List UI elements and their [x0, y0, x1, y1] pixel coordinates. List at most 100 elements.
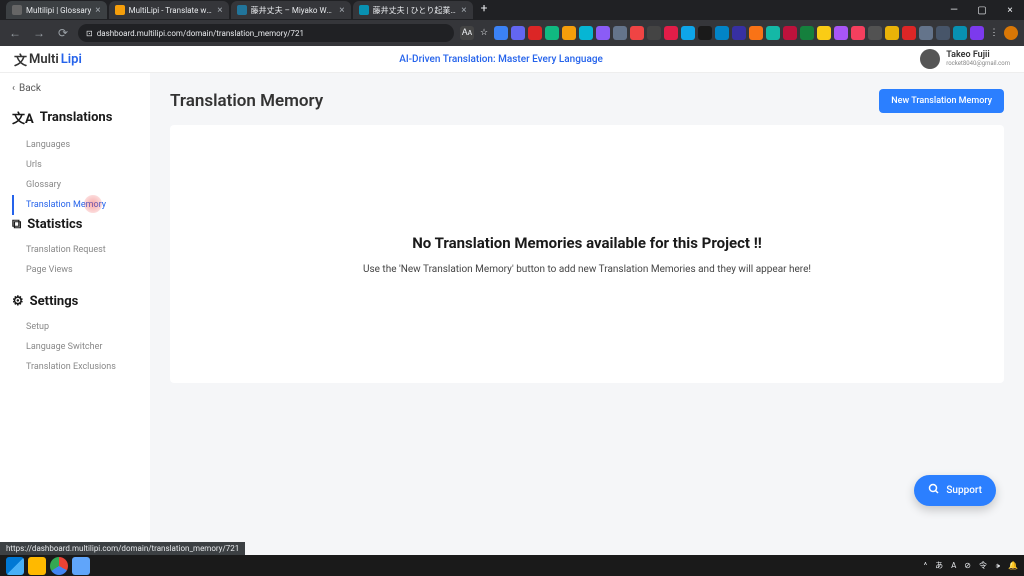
nav-section-label: Settings	[30, 294, 79, 309]
tray-lang-icon[interactable]: A	[951, 561, 956, 570]
sidebar-item-translation-memory[interactable]: Translation Memory	[12, 195, 138, 215]
browser-tab-2[interactable]: 藤井丈夫 – Miyako Web Agen… ×	[231, 1, 351, 19]
empty-state-title: No Translation Memories available for th…	[412, 234, 762, 252]
ext-icon-12[interactable]	[681, 26, 695, 40]
tab-close-icon[interactable]: ×	[217, 5, 222, 16]
tab-close-icon[interactable]: ×	[339, 5, 344, 16]
header-tagline: AI-Driven Translation: Master Every Lang…	[82, 54, 920, 65]
ext-icon-23[interactable]	[868, 26, 882, 40]
start-button[interactable]	[6, 557, 24, 575]
new-translation-memory-button[interactable]: New Translation Memory	[879, 89, 1004, 113]
taskbar-tray: ^ あ A ⊘ 令 🕩 🔔	[924, 560, 1018, 571]
new-tab-button[interactable]: +	[475, 1, 494, 19]
back-label: Back	[19, 83, 41, 94]
nav-section-settings: ⚙ Settings	[12, 294, 138, 309]
chrome-icon[interactable]	[50, 557, 68, 575]
ext-icon-7[interactable]	[596, 26, 610, 40]
translate-icon: 文A	[12, 108, 34, 127]
sidebar-item-language-switcher[interactable]: Language Switcher	[12, 337, 138, 357]
sidebar-item-translation-request[interactable]: Translation Request	[12, 240, 138, 260]
sidebar-item-setup[interactable]: Setup	[12, 317, 138, 337]
ext-icon-11[interactable]	[664, 26, 678, 40]
browser-tab-1[interactable]: MultiLipi - Translate websites to ×	[109, 1, 229, 19]
main-content: Translation Memory New Translation Memor…	[150, 73, 1024, 555]
sidebar-item-translation-exclusions[interactable]: Translation Exclusions	[12, 357, 138, 377]
ext-icon-9[interactable]	[630, 26, 644, 40]
tab-close-icon[interactable]: ×	[95, 5, 100, 16]
address-bar[interactable]: ⊡ dashboard.multilipi.com/domain/transla…	[78, 24, 454, 42]
ext-icon-28[interactable]	[953, 26, 967, 40]
chevron-left-icon: ‹	[12, 83, 15, 94]
support-button[interactable]: Support	[914, 475, 996, 506]
ext-icon-26[interactable]	[919, 26, 933, 40]
chart-icon: ⧉	[12, 217, 21, 232]
tray-wifi-icon[interactable]: 令	[979, 560, 987, 571]
close-window-button[interactable]: ×	[996, 0, 1024, 20]
user-email: rocket8040@gmail.com	[946, 61, 1010, 68]
ext-icon-3[interactable]	[528, 26, 542, 40]
tab-close-icon[interactable]: ×	[461, 5, 466, 16]
sidebar-item-page-views[interactable]: Page Views	[12, 260, 138, 280]
address-url: dashboard.multilipi.com/domain/translati…	[97, 29, 304, 38]
ext-icon-10[interactable]	[647, 26, 661, 40]
tray-chevron-icon[interactable]: ^	[924, 561, 927, 570]
ext-icon-20[interactable]	[817, 26, 831, 40]
ext-icon-16[interactable]	[749, 26, 763, 40]
ext-icon-22[interactable]	[851, 26, 865, 40]
status-url: https://dashboard.multilipi.com/domain/t…	[0, 542, 245, 555]
nav-section-translations: 文A Translations	[12, 108, 138, 127]
back-link[interactable]: ‹ Back	[12, 83, 138, 94]
ext-icon-29[interactable]	[970, 26, 984, 40]
ext-icon-4[interactable]	[545, 26, 559, 40]
ext-icon-15[interactable]	[732, 26, 746, 40]
ext-icon-18[interactable]	[783, 26, 797, 40]
reload-button[interactable]: ⟳	[54, 26, 72, 40]
notepad-icon[interactable]	[72, 557, 90, 575]
browser-tab-0[interactable]: Multilipi | Glossary ×	[6, 1, 107, 19]
ext-icon-25[interactable]	[902, 26, 916, 40]
minimize-button[interactable]: —	[940, 0, 968, 20]
ext-icon-menu[interactable]: ⋮	[987, 26, 1001, 40]
ext-icon-2[interactable]	[511, 26, 525, 40]
ext-icon-translate[interactable]: 🗛	[460, 26, 474, 40]
sidebar-item-languages[interactable]: Languages	[12, 135, 138, 155]
ext-icon-24[interactable]	[885, 26, 899, 40]
app-window: 文 MultiLipi AI-Driven Translation: Maste…	[0, 46, 1024, 555]
ext-icon-17[interactable]	[766, 26, 780, 40]
tray-ime-icon[interactable]: あ	[935, 560, 943, 571]
browser-tab-3[interactable]: 藤井丈夫 | ひとり起業家専門のW… ×	[353, 1, 473, 19]
logo[interactable]: 文 MultiLipi	[14, 50, 82, 69]
ext-icon-6[interactable]	[579, 26, 593, 40]
sidebar-item-glossary[interactable]: Glossary	[12, 175, 138, 195]
site-info-icon[interactable]: ⊡	[86, 29, 93, 38]
ext-icon-5[interactable]	[562, 26, 576, 40]
ext-icon-1[interactable]	[494, 26, 508, 40]
file-explorer-icon[interactable]	[28, 557, 46, 575]
profile-icon[interactable]	[1004, 26, 1018, 40]
sidebar-item-urls[interactable]: Urls	[12, 155, 138, 175]
forward-button[interactable]: →	[30, 26, 48, 40]
ext-icon-14[interactable]	[715, 26, 729, 40]
ext-icon-27[interactable]	[936, 26, 950, 40]
search-icon	[928, 483, 940, 498]
tab-title: 藤井丈夫 | ひとり起業家専門のW…	[373, 5, 458, 16]
browser-titlebar: Multilipi | Glossary × MultiLipi - Trans…	[0, 0, 1024, 20]
ext-icon-13[interactable]	[698, 26, 712, 40]
back-button[interactable]: ←	[6, 26, 24, 40]
support-label: Support	[946, 485, 982, 496]
taskbar: ^ あ A ⊘ 令 🕩 🔔	[0, 555, 1024, 576]
avatar	[920, 49, 940, 69]
user-text: Takeo Fujii rocket8040@gmail.com	[946, 51, 1010, 67]
gear-icon: ⚙	[12, 294, 24, 309]
logo-icon: 文	[14, 50, 27, 69]
page-header: Translation Memory New Translation Memor…	[170, 89, 1004, 113]
tray-volume-icon[interactable]: 🕩	[995, 561, 1000, 571]
ext-icon-19[interactable]	[800, 26, 814, 40]
maximize-button[interactable]: ▢	[968, 0, 996, 20]
user-menu[interactable]: Takeo Fujii rocket8040@gmail.com	[920, 49, 1010, 69]
ext-icon-star[interactable]: ☆	[477, 26, 491, 40]
ext-icon-8[interactable]	[613, 26, 627, 40]
tray-notifications-icon[interactable]: 🔔	[1008, 561, 1018, 570]
tray-sync-icon[interactable]: ⊘	[964, 561, 971, 570]
ext-icon-21[interactable]	[834, 26, 848, 40]
